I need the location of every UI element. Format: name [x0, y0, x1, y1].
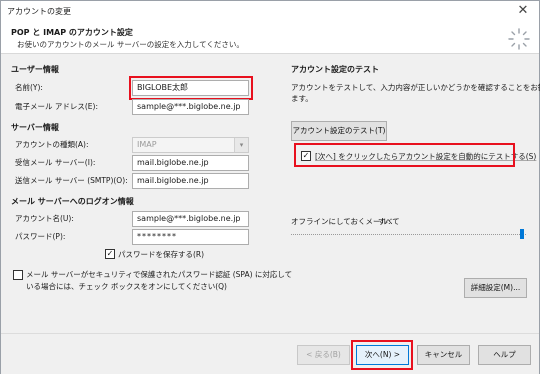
next-highlight — [351, 340, 413, 370]
password-label: パスワード(P): — [15, 232, 66, 241]
spinner-icon — [508, 28, 530, 50]
help-button[interactable]: ヘルプ — [478, 345, 531, 365]
email-label: 電子メール アドレス(E): — [15, 102, 99, 111]
close-icon[interactable]: ✕ — [515, 3, 531, 19]
account-name-field[interactable]: sample@***.biglobe.ne.jp — [132, 211, 249, 227]
page-title: POP と IMAP のアカウント設定 — [11, 28, 133, 37]
outgoing-server-field[interactable]: mail.biglobe.ne.jp — [132, 173, 249, 189]
account-type-select: IMAP ▾ — [132, 137, 249, 153]
incoming-server-field[interactable]: mail.biglobe.ne.jp — [132, 155, 249, 171]
test-account-button[interactable]: アカウント設定のテスト(T) — [291, 121, 387, 141]
name-label: 名前(Y): — [15, 83, 43, 92]
offline-mail-label: オフラインにしておくメール: — [291, 217, 391, 226]
page-subtitle: お使いのアカウントのメール サーバーの設定を入力してください。 — [17, 40, 244, 49]
email-field[interactable]: sample@***.biglobe.ne.jp — [132, 99, 249, 115]
auto-test-highlight — [294, 143, 515, 167]
account-type-label: アカウントの種類(A): — [15, 140, 89, 149]
test-description-line2: ます。 — [291, 94, 313, 103]
spa-label-line2: いる場合には、チェック ボックスをオンにしてください(Q) — [26, 282, 227, 291]
cancel-button[interactable]: キャンセル — [417, 345, 470, 365]
outgoing-server-label: 送信メール サーバー (SMTP)(O): — [15, 176, 128, 185]
offline-mail-value: すべて — [378, 217, 400, 226]
spa-label-line1: メール サーバーがセキュリティで保護されたパスワード認証 (SPA) に対応して — [26, 270, 293, 279]
remember-password-checkbox[interactable]: ✓ — [105, 249, 115, 259]
chevron-down-icon: ▾ — [234, 138, 248, 152]
password-field[interactable]: ******** — [132, 229, 249, 245]
name-highlight — [129, 76, 253, 100]
account-type-value: IMAP — [137, 140, 157, 149]
advanced-settings-button[interactable]: 詳細設定(M)... — [464, 278, 527, 298]
test-heading: アカウント設定のテスト — [291, 65, 379, 74]
back-button[interactable]: < 戻る(B) — [297, 345, 350, 365]
spa-checkbox[interactable] — [13, 270, 23, 280]
test-description-line1: アカウントをテストして、入力内容が正しいかどうかを確認することをお勧めし — [291, 83, 540, 92]
remember-password-label: パスワードを保存する(R) — [118, 250, 205, 259]
server-info-heading: サーバー情報 — [11, 123, 59, 132]
logon-info-heading: メール サーバーへのログオン情報 — [11, 197, 134, 206]
account-name-label: アカウント名(U): — [15, 214, 74, 223]
dialog-header: POP と IMAP のアカウント設定 お使いのアカウントのメール サーバーの設… — [1, 22, 539, 54]
offline-slider-thumb[interactable] — [520, 229, 524, 239]
offline-slider-track[interactable] — [291, 234, 526, 235]
title-bar: アカウントの変更 ✕ — [1, 1, 539, 22]
incoming-server-label: 受信メール サーバー(I): — [15, 158, 96, 167]
window-title: アカウントの変更 — [7, 7, 71, 16]
check-icon: ✓ — [106, 249, 114, 258]
user-info-heading: ユーザー情報 — [11, 65, 59, 74]
account-change-window: アカウントの変更 ✕ POP と IMAP のアカウント設定 お使いのアカウント… — [0, 0, 540, 374]
